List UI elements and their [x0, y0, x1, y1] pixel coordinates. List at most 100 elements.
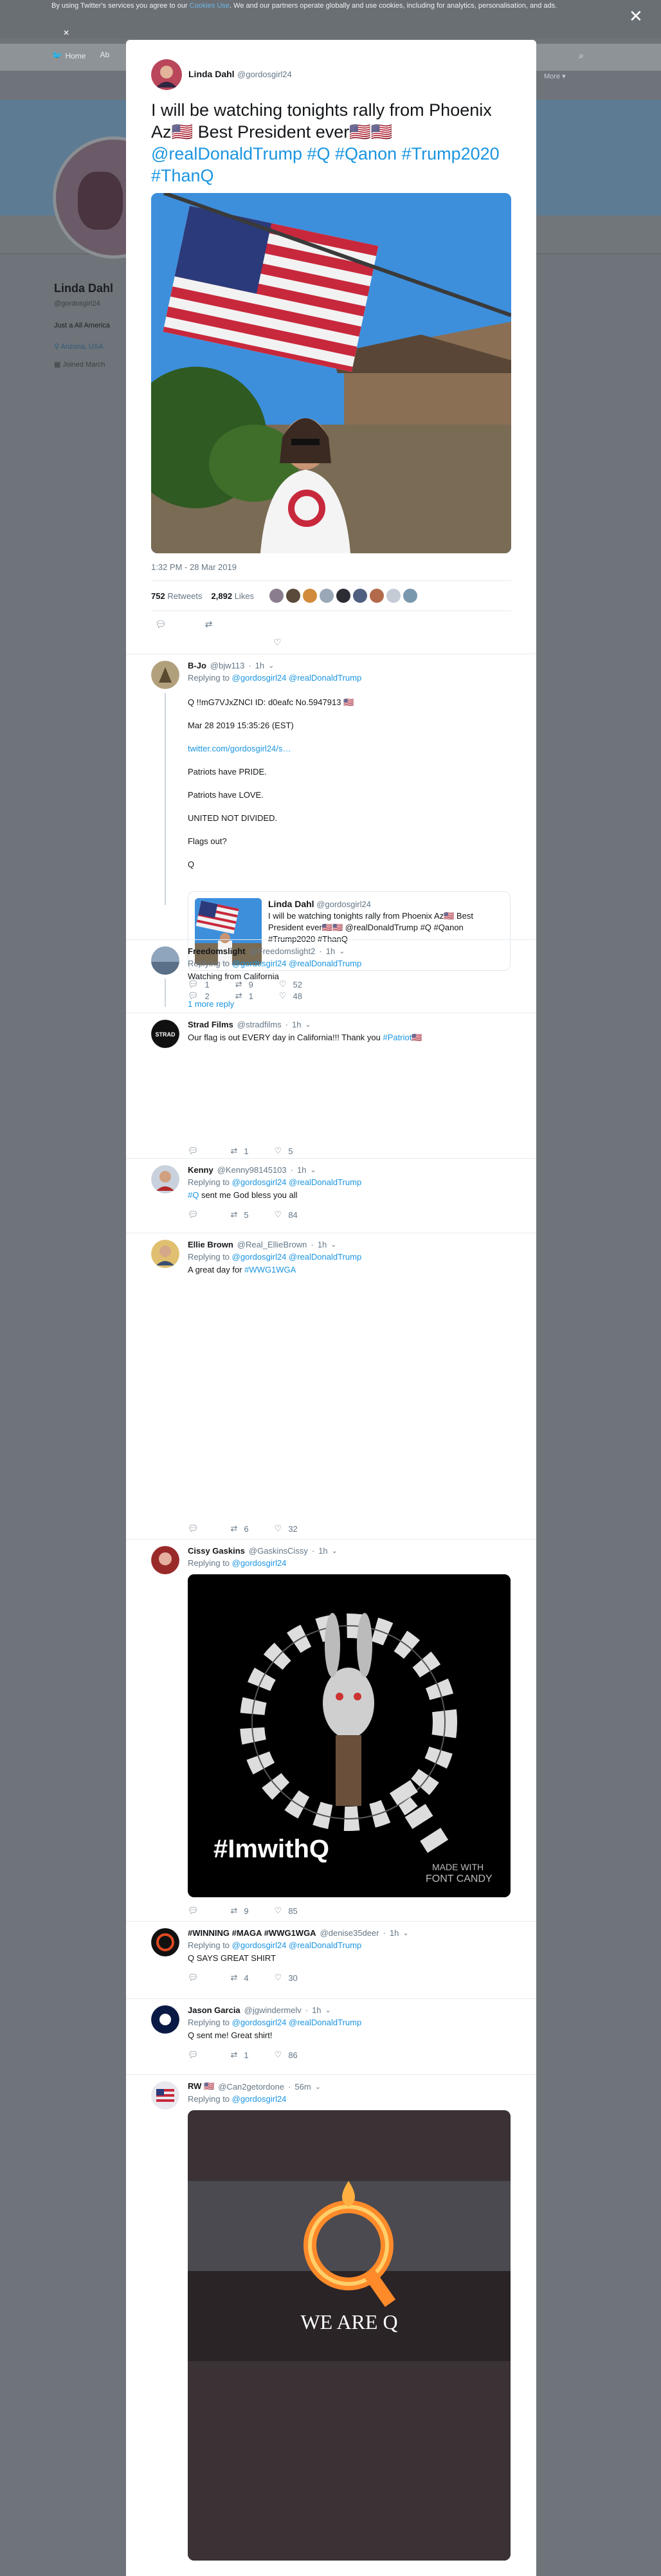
replying-to-links[interactable]: @gordosgirl24 @realDonaldTrump [232, 959, 362, 968]
reply-image-we-are-q[interactable]: WE ARE Q [188, 2110, 511, 2561]
nav-home[interactable]: 🐦 Home [51, 50, 86, 61]
reply-avatar[interactable] [151, 1165, 179, 1193]
reply-icon[interactable]: 💬︎ [188, 1973, 205, 1983]
reply-avatar[interactable] [151, 1928, 179, 1956]
chevron-down-icon[interactable]: ⌄ [325, 2006, 331, 2014]
author-handle[interactable]: @gordosgirl24 [237, 69, 292, 79]
like-icon[interactable]: ♡ 85 [275, 1906, 298, 1916]
reply-bjo[interactable]: B-Jo @bjw113 · 1h ⌄ Replying to @gordosgirl2… [126, 654, 536, 1009]
retweet-icon[interactable]: ⇄ 4 [231, 1973, 249, 1983]
tweet-photo[interactable] [151, 193, 511, 553]
replying-to-links[interactable]: @gordosgirl24 [232, 1558, 287, 1568]
reply-author-name[interactable]: #WINNING #MAGA #WWG1WGA [188, 1928, 316, 1938]
chevron-down-icon[interactable]: ⌄ [268, 661, 274, 670]
reply-icon[interactable]: 💬︎ [188, 1906, 205, 1916]
reply-icon[interactable]: 💬︎ 2 [188, 991, 210, 1001]
hashtag-link[interactable]: #Q [188, 1190, 199, 1200]
reply-time[interactable]: 1h [326, 946, 335, 956]
tweet-timestamp[interactable]: 1:32 PM - 28 Mar 2019 [151, 562, 511, 575]
replying-to-links[interactable]: @gordosgirl24 [232, 2094, 287, 2104]
like-icon[interactable]: ♡ 84 [275, 1210, 298, 1220]
retweet-icon[interactable]: ⇄ 1 [231, 2050, 249, 2060]
replying-to-links[interactable]: @gordosgirl24 @realDonaldTrump [232, 2018, 362, 2027]
retweet-icon[interactable]: ⇄ 1 [235, 991, 253, 1001]
chevron-down-icon[interactable]: ⌄ [330, 1240, 336, 1249]
reply-time[interactable]: 1h [292, 1020, 301, 1029]
liker-avatar[interactable] [386, 589, 401, 603]
reply-time[interactable]: 56m [294, 2082, 311, 2092]
reply-icon[interactable]: 💬︎ [188, 2050, 205, 2060]
reply-image-imwithq[interactable]: #ImwithQ MADE WITH FONT CANDY [188, 1574, 511, 1897]
like-icon[interactable]: ♡ 30 [275, 1973, 298, 1983]
chevron-down-icon[interactable]: ⌄ [310, 1166, 316, 1174]
author-avatar[interactable] [151, 59, 182, 90]
chevron-down-icon[interactable]: ⌄ [305, 1020, 311, 1029]
reply-author-name[interactable]: Cissy Gaskins [188, 1546, 245, 1556]
likers-avatars[interactable] [269, 589, 418, 603]
reply-handle[interactable]: @Freedomslight2 [249, 946, 316, 956]
reply-author-name[interactable]: RW 🇺🇸 [188, 2081, 214, 2092]
replying-to-links[interactable]: @gordosgirl24 @realDonaldTrump [232, 673, 362, 683]
reply-author-name[interactable]: Jason Garcia [188, 2005, 240, 2015]
reply-handle[interactable]: @denise35deer [320, 1928, 379, 1938]
liker-avatar[interactable] [370, 589, 385, 603]
reply-ellie-brown[interactable]: Ellie Brown @Real_EllieBrown · 1h ⌄ Replying… [126, 1233, 536, 1539]
reply-time[interactable]: 1h [255, 661, 264, 670]
hashtag-link[interactable]: #WWG1WGA [244, 1265, 296, 1274]
retweet-icon[interactable]: ⇄ 9 [231, 1906, 249, 1916]
reply-rw[interactable]: RW 🇺🇸 @Can2getordone · 56m ⌄ Replying to @go… [126, 2074, 536, 2563]
replying-to-links[interactable]: @gordosgirl24 @realDonaldTrump [232, 1252, 362, 1262]
liker-avatar[interactable] [320, 589, 334, 603]
reply-icon[interactable]: 💬︎ [188, 1210, 205, 1220]
reply-time[interactable]: 1h [390, 1928, 399, 1938]
reply-handle[interactable]: @Real_EllieBrown [237, 1240, 307, 1249]
replying-to-links[interactable]: @gordosgirl24 @realDonaldTrump [232, 1940, 362, 1950]
hashtag-link[interactable]: #Patriot🇺🇸 [383, 1033, 422, 1042]
reply-strad-films[interactable]: STRAD Strad Films @stradfilms · 1h ⌄ Our fla… [126, 1013, 536, 1158]
reply-icon[interactable]: 💬︎ [188, 1146, 205, 1156]
liker-avatar[interactable] [403, 589, 418, 603]
reply-avatar[interactable] [151, 1240, 179, 1268]
nav-about[interactable]: Ab [100, 50, 109, 61]
search-icon[interactable]: ⌕ [579, 50, 584, 61]
retweet-icon[interactable]: ⇄ 5 [231, 1210, 249, 1220]
chevron-down-icon[interactable]: ⌄ [339, 947, 345, 955]
reply-kenny[interactable]: Kenny @Kenny98145103 · 1h ⌄ Replying to @gor… [126, 1158, 536, 1233]
like-icon[interactable]: ♡ 5 [275, 1146, 293, 1156]
cookies-use-link[interactable]: Cookies Use [190, 2, 230, 10]
liker-avatar[interactable] [336, 589, 351, 603]
liker-avatar[interactable] [269, 589, 284, 603]
liker-avatar[interactable] [303, 589, 318, 603]
tweet-hashtags[interactable]: @realDonaldTrump #Q #Qanon #Trump2020 #T… [151, 144, 500, 185]
liker-avatar[interactable] [353, 589, 368, 603]
reply-author-name[interactable]: Ellie Brown [188, 1240, 233, 1249]
reply-avatar[interactable] [151, 1546, 179, 1574]
reply-time[interactable]: 1h [297, 1165, 306, 1175]
more-button[interactable]: More ▾ [544, 72, 566, 80]
chevron-down-icon[interactable]: ⌄ [315, 2083, 321, 2091]
reply-time[interactable]: 1h [312, 2005, 321, 2015]
reply-avatar[interactable] [151, 946, 179, 975]
reply-icon[interactable]: 💬︎ [188, 1523, 205, 1534]
like-count[interactable]: 2,892 Likes [212, 591, 255, 601]
reply-avatar[interactable] [151, 661, 179, 689]
reply-time[interactable]: 1h [318, 1546, 327, 1556]
like-icon[interactable]: ♡ 48 [279, 991, 302, 1001]
like-icon[interactable]: ♡ 86 [275, 2050, 298, 2060]
author-name[interactable]: Linda Dahl [188, 69, 235, 79]
reply-avatar[interactable] [151, 2081, 179, 2110]
like-icon[interactable]: ♡ 32 [275, 1523, 298, 1534]
reply-author-name[interactable]: Kenny [188, 1165, 213, 1175]
cookie-close-icon[interactable]: ✕ [63, 28, 69, 38]
retweet-icon[interactable]: ⇄ 6 [231, 1523, 249, 1534]
reply-author-name[interactable]: Strad Films [188, 1020, 233, 1029]
retweet-icon[interactable]: ⇄ [205, 619, 213, 630]
chevron-down-icon[interactable]: ⌄ [403, 1929, 408, 1937]
reply-cissy-gaskins[interactable]: Cissy Gaskins @GaskinsCissy · 1h ⌄ Replying … [126, 1539, 536, 1921]
reply-jason-garcia[interactable]: Jason Garcia @jgwindermelv · 1h ⌄ Replying t… [126, 1998, 536, 2074]
replying-to-links[interactable]: @gordosgirl24 @realDonaldTrump [232, 1177, 362, 1187]
chevron-down-icon[interactable]: ⌄ [332, 1547, 338, 1555]
retweet-icon[interactable]: ⇄ 1 [231, 1146, 249, 1156]
reply-icon[interactable]: 💬︎ [155, 619, 167, 630]
reply-author-name[interactable]: B-Jo [188, 661, 206, 670]
